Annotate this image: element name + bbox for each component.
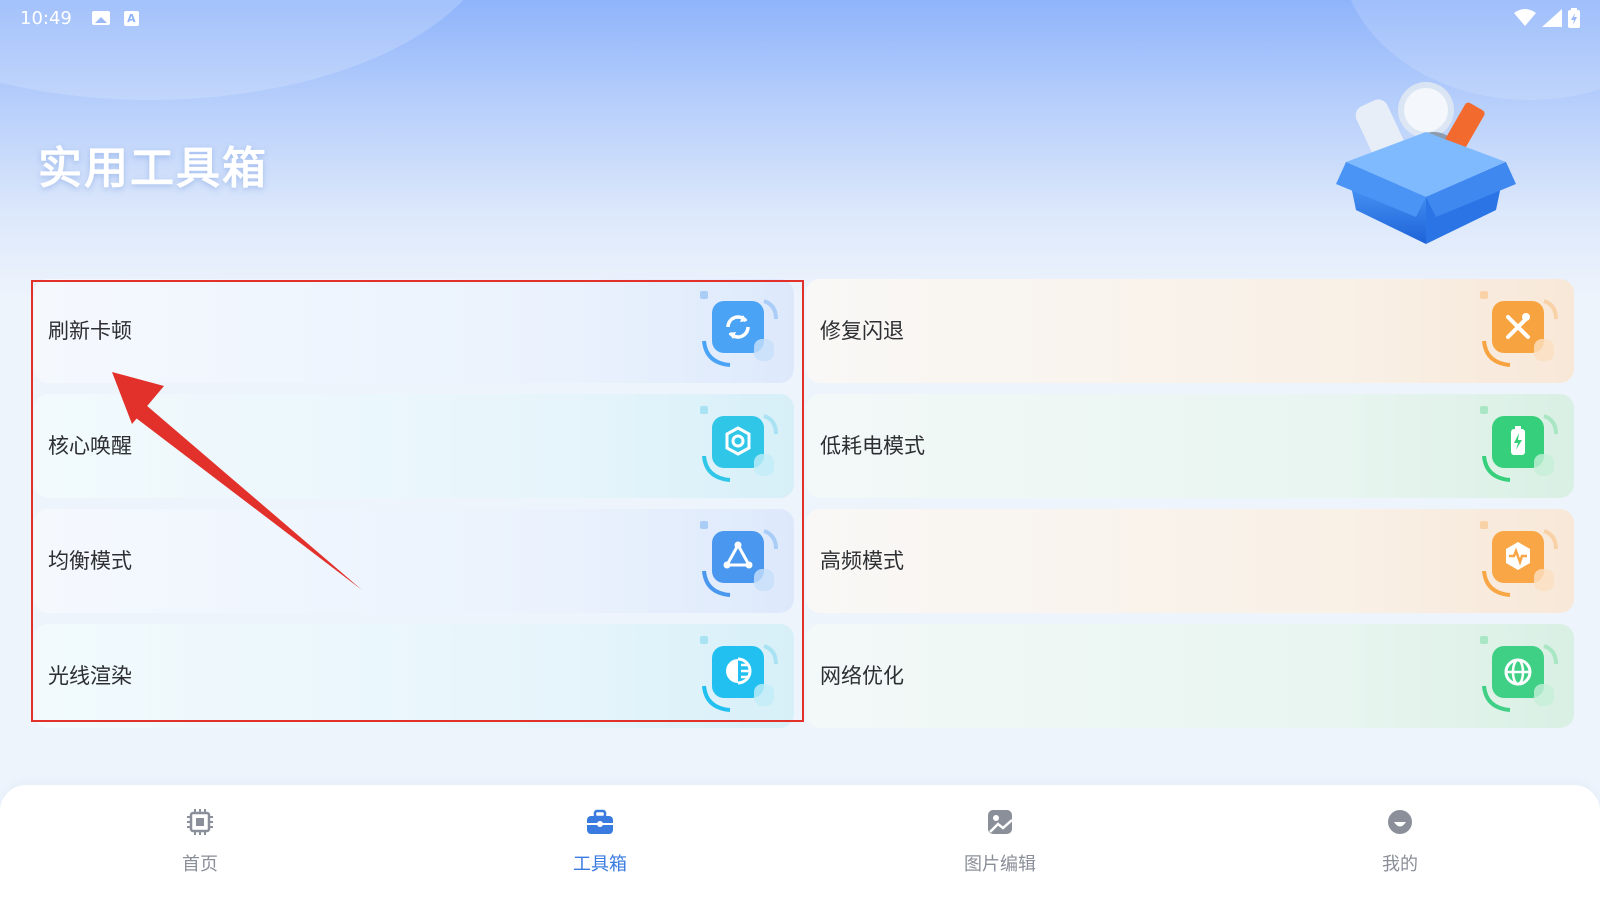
- profile-icon: [1388, 810, 1412, 834]
- status-time: 10:49: [20, 7, 72, 29]
- tab-label: 工具箱: [573, 854, 627, 875]
- tool-card-fix-crash[interactable]: 修复闪退: [806, 279, 1574, 383]
- toolbox-icon: [587, 809, 613, 834]
- tab-image-edit[interactable]: 图片编辑: [940, 807, 1060, 877]
- tab-home[interactable]: 首页: [140, 807, 260, 877]
- tab-label: 首页: [182, 854, 218, 875]
- tool-label: 低耗电模式: [820, 434, 925, 458]
- bottom-tab-bar: 首页 工具箱 图片编辑 我的: [0, 785, 1600, 900]
- chip-icon: [187, 809, 213, 835]
- pulse-hexagon-icon: [1480, 521, 1558, 597]
- wifi-icon: [1514, 9, 1536, 26]
- highlight-box: [31, 280, 804, 722]
- tool-card-high-frequency[interactable]: 高频模式: [806, 509, 1574, 613]
- tool-label: 网络优化: [820, 664, 904, 688]
- app-notification-icon: A: [123, 10, 139, 26]
- repair-tools-icon: [1480, 291, 1558, 367]
- toolbox-illustration: [1336, 82, 1516, 244]
- tab-label: 图片编辑: [964, 854, 1036, 875]
- status-bar: 10:49 A: [0, 0, 1600, 36]
- image-edit-icon: [988, 810, 1013, 834]
- gallery-notification-icon: [91, 11, 110, 25]
- tool-card-low-power[interactable]: 低耗电模式: [806, 394, 1574, 498]
- tab-toolbox[interactable]: 工具箱: [540, 807, 660, 877]
- signal-icon: [1542, 9, 1562, 27]
- battery-saver-icon: [1480, 406, 1558, 482]
- tool-label: 高频模式: [820, 549, 904, 573]
- tool-card-network[interactable]: 网络优化: [806, 624, 1574, 728]
- globe-icon: [1480, 636, 1558, 712]
- tool-label: 修复闪退: [820, 319, 904, 343]
- tab-profile[interactable]: 我的: [1340, 807, 1460, 877]
- page-title: 实用工具箱: [38, 143, 268, 194]
- battery-icon: [1568, 8, 1580, 28]
- tab-label: 我的: [1382, 854, 1418, 875]
